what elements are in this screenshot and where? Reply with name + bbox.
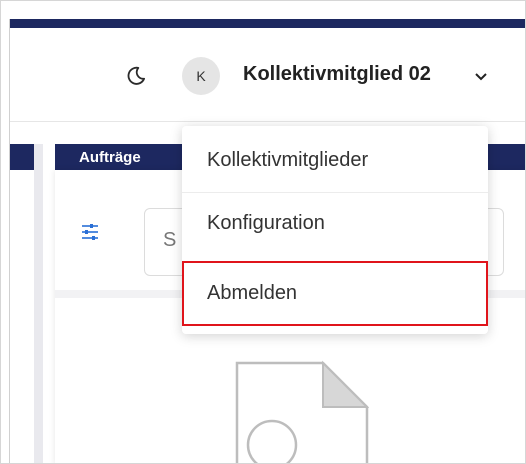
moon-icon bbox=[127, 66, 145, 85]
left-border bbox=[9, 19, 10, 463]
menu-item-konfiguration[interactable]: Konfiguration bbox=[182, 192, 488, 254]
avatar[interactable]: K bbox=[182, 57, 220, 95]
sliders-icon[interactable] bbox=[81, 223, 99, 241]
tab-auftraege[interactable]: Aufträge bbox=[79, 149, 141, 166]
menu-item-kollektivmitglieder[interactable]: Kollektivmitglieder bbox=[182, 129, 488, 191]
menu-item-label: Kollektivmitglieder bbox=[207, 148, 369, 171]
menu-item-label: Abmelden bbox=[207, 282, 298, 304]
panel-divider[interactable] bbox=[34, 144, 43, 463]
avatar-initial: K bbox=[196, 68, 206, 84]
theme-toggle[interactable] bbox=[121, 61, 151, 91]
top-bar bbox=[10, 19, 525, 28]
header-divider bbox=[10, 121, 525, 122]
document-icon bbox=[235, 360, 369, 463]
menu-item-abmelden[interactable]: Abmelden bbox=[182, 261, 488, 326]
app-window: K Kollektivmitglied 02 Aufträge S Kollek… bbox=[0, 0, 526, 464]
search-placeholder: S bbox=[163, 229, 177, 251]
user-menu-button[interactable]: Kollektivmitglied 02 bbox=[243, 63, 431, 86]
menu-item-label: Konfiguration bbox=[207, 212, 325, 234]
sidebar-navbar bbox=[10, 144, 34, 170]
chevron-down-icon[interactable] bbox=[474, 72, 488, 82]
user-dropdown-menu: Kollektivmitglieder Konfiguration Abmeld… bbox=[182, 126, 488, 334]
